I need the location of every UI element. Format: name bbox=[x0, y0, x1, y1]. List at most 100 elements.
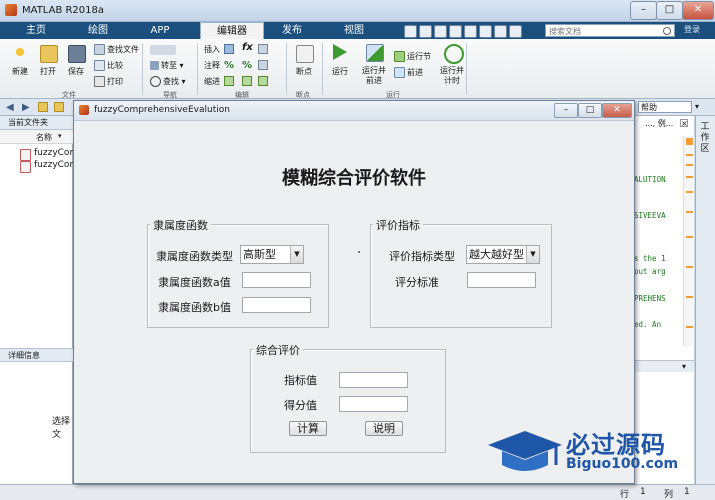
explain-button[interactable]: 说明 bbox=[365, 421, 403, 436]
index-type-select[interactable]: 越大越好型 ▼ bbox=[466, 245, 540, 264]
browse-folder-icon[interactable] bbox=[54, 102, 64, 112]
close-doc-icon[interactable]: × bbox=[680, 119, 688, 128]
warning-marker[interactable] bbox=[686, 211, 693, 213]
scoring-standard-input[interactable] bbox=[467, 272, 536, 288]
search-input[interactable]: 搜索文档 bbox=[545, 24, 675, 37]
help-text: ..., 例... bbox=[645, 119, 674, 128]
tab-apps[interactable]: APP bbox=[134, 22, 186, 39]
back-forward-icon[interactable] bbox=[150, 45, 176, 55]
goto-label: 转至 bbox=[161, 61, 177, 70]
cut-quick-icon[interactable] bbox=[419, 25, 432, 38]
comment-percent-icon[interactable]: % bbox=[224, 60, 234, 71]
column-name[interactable]: 名称 bbox=[36, 132, 52, 143]
warning-marker[interactable] bbox=[686, 164, 693, 166]
warning-marker[interactable] bbox=[686, 236, 693, 238]
index-value-input[interactable] bbox=[339, 372, 408, 388]
close-button[interactable]: ✕ bbox=[682, 1, 714, 20]
insert-function-icon[interactable] bbox=[258, 44, 268, 54]
forward-arrow-icon[interactable]: ▶ bbox=[22, 102, 30, 113]
increase-indent-icon[interactable] bbox=[242, 76, 252, 86]
indent-button[interactable]: 缩进 bbox=[204, 76, 220, 87]
index-type-label: 评价指标类型 bbox=[389, 250, 455, 263]
goto-button[interactable]: 转至 ▾ bbox=[150, 60, 184, 71]
fx-icon[interactable]: fx bbox=[242, 42, 253, 53]
score-value-input[interactable] bbox=[339, 396, 408, 412]
insert-section-icon[interactable] bbox=[224, 44, 234, 54]
workspace-panel-collapsed[interactable] bbox=[695, 116, 715, 484]
membership-a-input[interactable] bbox=[242, 272, 311, 288]
run-section-icon bbox=[394, 51, 405, 62]
membership-type-select[interactable]: 高斯型 ▼ bbox=[240, 245, 304, 264]
matlab-file-icon bbox=[20, 149, 31, 161]
uncomment-icon[interactable]: % bbox=[242, 60, 252, 71]
figure-title-bar: fuzzyComprehensiveEvalution – □ ✕ bbox=[74, 101, 634, 121]
find-files-button[interactable]: 查找文件 bbox=[94, 44, 139, 55]
insert-button[interactable]: 插入 bbox=[204, 44, 220, 55]
advance-button[interactable]: 前进 bbox=[394, 67, 423, 78]
copy-quick-icon[interactable] bbox=[434, 25, 447, 38]
file-list-item[interactable]: fuzzyCom bbox=[20, 148, 79, 161]
comment-button[interactable]: 注释 bbox=[204, 60, 220, 71]
dropdown-arrow-icon[interactable]: ▼ bbox=[526, 246, 539, 263]
up-folder-icon[interactable] bbox=[38, 102, 48, 112]
back-arrow-icon[interactable]: ◀ bbox=[6, 102, 14, 113]
breakpoints-button[interactable]: 断点 bbox=[296, 66, 312, 77]
file-name: fuzzyCom bbox=[34, 148, 79, 158]
file-list-item[interactable]: fuzzyCom bbox=[20, 160, 78, 173]
run-button[interactable]: 运行 bbox=[332, 66, 348, 77]
find-icon bbox=[150, 76, 161, 87]
help-icon[interactable] bbox=[509, 25, 522, 38]
save-quick-icon[interactable] bbox=[404, 25, 417, 38]
workspace-label[interactable]: 工作区 bbox=[700, 122, 710, 155]
new-button[interactable]: 新建 bbox=[12, 66, 28, 77]
dropdown-arrow-icon[interactable]: ▾ bbox=[695, 102, 699, 111]
figure-close-button[interactable]: ✕ bbox=[602, 103, 632, 118]
membership-b-input[interactable] bbox=[242, 297, 311, 313]
index-type-value: 越大越好型 bbox=[469, 248, 524, 261]
warning-marker[interactable] bbox=[686, 296, 693, 298]
ribbon-separator bbox=[322, 43, 323, 95]
graduation-cap-logo bbox=[488, 431, 562, 471]
print-button[interactable]: 打印 bbox=[94, 76, 123, 87]
maximize-button[interactable]: □ bbox=[656, 1, 683, 20]
tab-plots[interactable]: 绘图 bbox=[72, 22, 124, 39]
code-analyzer-bar[interactable] bbox=[683, 136, 693, 346]
calculate-button[interactable]: 计算 bbox=[289, 421, 327, 436]
run-and-time-button[interactable]: 运行并 计时 bbox=[440, 66, 464, 86]
tab-editor[interactable]: 编辑器 bbox=[200, 22, 264, 40]
search-icon[interactable] bbox=[663, 27, 671, 35]
panel-menu-icon[interactable]: ▾ bbox=[682, 362, 686, 371]
compare-button[interactable]: 比较 bbox=[94, 60, 123, 71]
warning-marker[interactable] bbox=[686, 176, 693, 178]
decrease-indent-icon[interactable] bbox=[258, 76, 268, 86]
tab-home[interactable]: 主页 bbox=[10, 22, 62, 39]
redo-quick-icon[interactable] bbox=[479, 25, 492, 38]
help-search-box[interactable]: 帮助 bbox=[638, 101, 692, 113]
warning-marker[interactable] bbox=[686, 266, 693, 268]
figure-minimize-button[interactable]: – bbox=[554, 103, 578, 118]
wrap-comments-icon[interactable] bbox=[258, 60, 268, 70]
ribbon-separator bbox=[286, 43, 287, 95]
minimize-button[interactable]: – bbox=[630, 1, 657, 20]
run-advance-button[interactable]: 运行并 前进 bbox=[362, 66, 386, 86]
paste-quick-icon[interactable] bbox=[449, 25, 462, 38]
undo-quick-icon[interactable] bbox=[464, 25, 477, 38]
figure-maximize-button[interactable]: □ bbox=[578, 103, 602, 118]
warning-marker[interactable] bbox=[686, 154, 693, 156]
sort-arrow-icon[interactable]: ▾ bbox=[58, 132, 62, 140]
membership-type-value: 高斯型 bbox=[243, 248, 276, 261]
smart-indent-icon[interactable] bbox=[224, 76, 234, 86]
warning-marker[interactable] bbox=[686, 191, 693, 193]
open-folder-icon bbox=[40, 45, 58, 63]
find-button[interactable]: 查找 ▾ bbox=[150, 76, 186, 87]
open-button[interactable]: 打开 bbox=[40, 66, 56, 77]
dropdown-arrow-icon[interactable]: ▼ bbox=[290, 246, 303, 263]
warning-marker[interactable] bbox=[686, 326, 693, 328]
login-link[interactable]: 登录 bbox=[684, 24, 700, 35]
switch-windows-icon[interactable] bbox=[494, 25, 507, 38]
tab-view[interactable]: 视图 bbox=[328, 22, 380, 39]
tab-publish[interactable]: 发布 bbox=[266, 22, 318, 39]
run-section-button[interactable]: 运行节 bbox=[394, 51, 431, 62]
save-button[interactable]: 保存 bbox=[68, 66, 84, 77]
line-label: 行 bbox=[620, 490, 630, 500]
